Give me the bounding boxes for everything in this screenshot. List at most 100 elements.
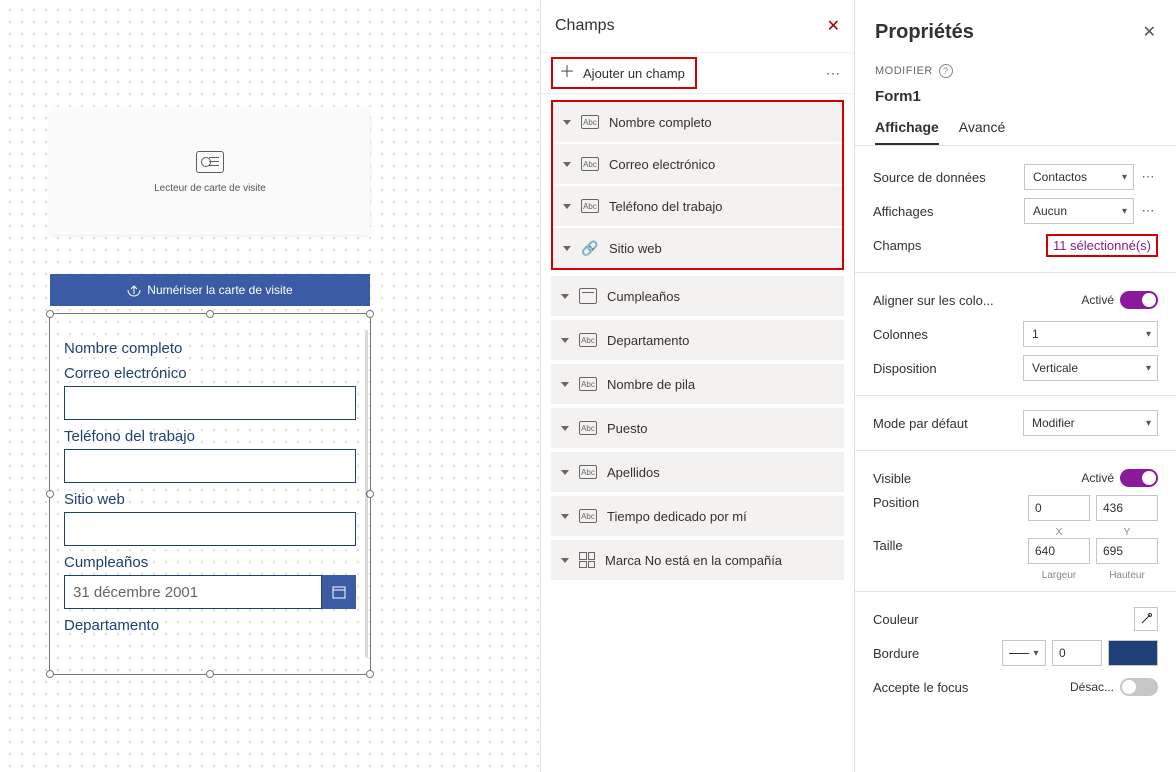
contact-card-icon <box>196 151 224 173</box>
field-row[interactable]: Abc Apellidos <box>551 452 844 492</box>
field-label: Apellidos <box>607 465 660 480</box>
data-source-select[interactable]: Contactos ▾ <box>1024 164 1134 190</box>
views-select[interactable]: Aucun ▾ <box>1024 198 1134 224</box>
field-label: Correo electrónico <box>609 157 715 172</box>
field-label: Tiempo dedicado por mí <box>607 509 747 524</box>
focus-label: Accepte le focus <box>873 680 968 695</box>
chevron-down-icon <box>563 246 571 251</box>
visible-label: Visible <box>873 471 911 486</box>
correo-input[interactable] <box>64 386 356 420</box>
field-row[interactable]: Abc Nombre de pila <box>551 364 844 404</box>
fields-selected-link[interactable]: 11 sélectionné(s) <box>1046 234 1158 257</box>
plus-icon: ＋ <box>559 65 575 81</box>
field-row[interactable]: Marca No está en la compañía <box>551 540 844 580</box>
object-name: Form1 <box>855 88 1176 115</box>
color-picker-button[interactable] <box>1134 607 1158 631</box>
text-type-icon: Abc <box>581 199 599 213</box>
close-icon[interactable]: ✕ <box>827 16 840 36</box>
visible-state: Activé <box>1081 471 1114 485</box>
field-row[interactable]: Cumpleaños <box>551 276 844 316</box>
form-scrollbar[interactable] <box>365 330 368 658</box>
form-field-label: Departamento <box>64 617 356 634</box>
properties-tabs: Affichage Avancé <box>855 115 1176 146</box>
more-options-button[interactable]: ⋯ <box>1140 203 1158 219</box>
help-icon[interactable]: ? <box>939 64 953 78</box>
card-reader[interactable]: Lecteur de carte de visite <box>50 110 370 235</box>
field-row[interactable]: Abc Correo electrónico <box>553 144 842 184</box>
sitioweb-input[interactable] <box>64 512 356 546</box>
close-icon[interactable]: ✕ <box>1143 22 1156 42</box>
option-type-icon <box>579 552 595 568</box>
field-label: Sitio web <box>609 241 662 256</box>
more-options-button[interactable]: ⋯ <box>1140 169 1158 185</box>
layout-select[interactable]: Verticale ▾ <box>1023 355 1158 381</box>
form-field-label: Teléfono del trabajo <box>64 428 356 445</box>
chevron-down-icon <box>561 294 569 299</box>
text-type-icon: Abc <box>581 115 599 129</box>
border-width-input[interactable]: 0 <box>1052 640 1102 666</box>
cols-label: Colonnes <box>873 327 928 342</box>
field-row[interactable]: 🔗 Sitio web <box>553 228 842 268</box>
height-caption: Hauteur <box>1096 570 1158 581</box>
width-caption: Largeur <box>1028 570 1090 581</box>
layout-label: Disposition <box>873 361 937 376</box>
align-cols-toggle[interactable] <box>1120 291 1158 309</box>
chevron-down-icon <box>561 470 569 475</box>
visible-toggle[interactable] <box>1120 469 1158 487</box>
border-color-picker[interactable] <box>1108 640 1158 666</box>
height-input[interactable]: 695 <box>1096 538 1158 564</box>
chevron-down-icon <box>563 162 571 167</box>
modifier-label: MODIFIER <box>875 65 933 77</box>
data-source-label: Source de données <box>873 170 986 185</box>
columns-select[interactable]: 1 ▾ <box>1023 321 1158 347</box>
field-row[interactable]: Abc Teléfono del trabajo <box>553 186 842 226</box>
y-caption: Y <box>1096 527 1158 538</box>
chevron-down-icon: ▾ <box>1122 172 1127 183</box>
focus-toggle[interactable] <box>1120 678 1158 696</box>
telefono-input[interactable] <box>64 449 356 483</box>
field-row[interactable]: Abc Departamento <box>551 320 844 360</box>
chevron-down-icon <box>561 382 569 387</box>
position-y-input[interactable]: 436 <box>1096 495 1158 521</box>
fields-panel: Champs ✕ ＋ Ajouter un champ ⋯ Abc Nombre… <box>540 0 855 772</box>
cols-value: 1 <box>1032 327 1039 341</box>
chevron-down-icon <box>563 120 571 125</box>
chevron-down-icon <box>561 514 569 519</box>
canvas[interactable]: Lecteur de carte de visite Numériser la … <box>0 0 540 772</box>
mode-select[interactable]: Modifier ▾ <box>1023 410 1158 436</box>
field-row[interactable]: Abc Tiempo dedicado por mí <box>551 496 844 536</box>
form1-control[interactable]: Nombre completo Correo electrónico Teléf… <box>50 314 370 674</box>
color-label: Couleur <box>873 612 919 627</box>
mode-value: Modifier <box>1032 416 1075 430</box>
calendar-picker-button[interactable] <box>322 575 356 609</box>
properties-panel: Propriétés ✕ MODIFIER ? Form1 Affichage … <box>855 0 1176 772</box>
text-type-icon: Abc <box>581 157 599 171</box>
fields-label: Champs <box>873 238 921 253</box>
field-row[interactable]: Abc Nombre completo <box>553 102 842 142</box>
field-label: Departamento <box>607 333 689 348</box>
add-field-button[interactable]: ＋ Ajouter un champ <box>551 57 697 89</box>
more-options-button[interactable]: ⋯ <box>826 65 842 82</box>
align-cols-state: Activé <box>1081 293 1114 307</box>
border-style-select[interactable]: ▾ <box>1002 640 1046 666</box>
tab-advanced[interactable]: Avancé <box>959 115 1005 145</box>
focus-state: Désac... <box>1070 680 1114 694</box>
cumpleanos-input[interactable] <box>64 575 322 609</box>
tab-display[interactable]: Affichage <box>875 115 939 145</box>
width-input[interactable]: 640 <box>1028 538 1090 564</box>
field-label: Puesto <box>607 421 647 436</box>
mode-label: Mode par défaut <box>873 416 968 431</box>
scan-card-button[interactable]: Numériser la carte de visite <box>50 274 370 306</box>
position-x-input[interactable]: 0 <box>1028 495 1090 521</box>
chevron-down-icon: ▾ <box>1122 206 1127 217</box>
form-field-label: Correo electrónico <box>64 365 356 382</box>
text-type-icon: Abc <box>579 377 597 391</box>
fields-panel-title: Champs <box>555 17 615 35</box>
field-row[interactable]: Abc Puesto <box>551 408 844 448</box>
field-label: Teléfono del trabajo <box>609 199 722 214</box>
field-label: Marca No está en la compañía <box>605 553 782 568</box>
data-source-value: Contactos <box>1033 170 1087 184</box>
chevron-down-icon: ▾ <box>1146 418 1151 429</box>
scan-button-label: Numériser la carte de visite <box>147 283 292 297</box>
upload-icon <box>127 283 141 297</box>
